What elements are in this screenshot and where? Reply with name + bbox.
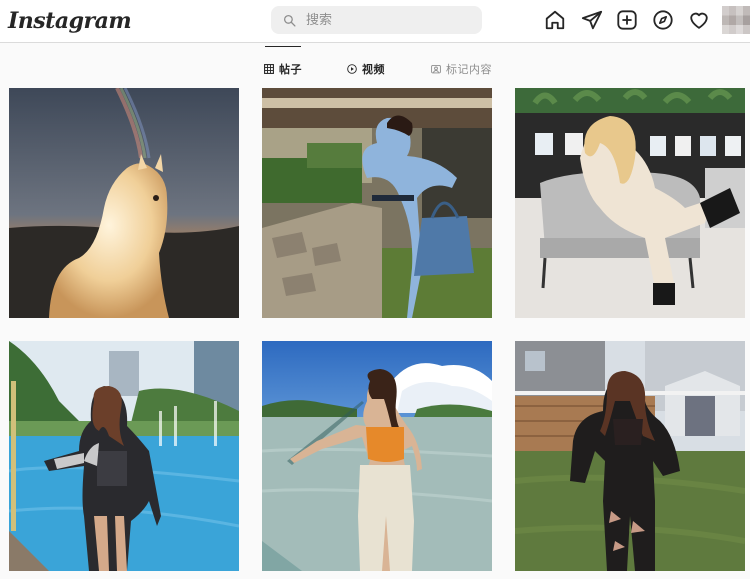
explore-icon[interactable] xyxy=(652,9,674,31)
profile-tabs: 帖子 视频 标记内容 xyxy=(0,61,750,77)
play-icon xyxy=(347,64,357,74)
tab-tagged[interactable]: 标记内容 xyxy=(431,61,492,77)
post-tile-pool[interactable] xyxy=(9,341,239,571)
new-post-icon[interactable] xyxy=(616,9,638,31)
profile-avatar[interactable] xyxy=(722,6,750,34)
tab-posts-label: 帖子 xyxy=(279,63,302,76)
instagram-logo[interactable]: Instagram xyxy=(8,8,132,34)
post-tile-grey-chair[interactable] xyxy=(515,88,745,318)
search-box[interactable] xyxy=(271,6,482,34)
search-icon xyxy=(283,14,296,27)
post-tile-backyard[interactable] xyxy=(515,341,745,571)
tab-tagged-label: 标记内容 xyxy=(446,63,492,76)
post-tile-white-dog[interactable] xyxy=(9,88,239,318)
active-tab-indicator xyxy=(265,46,301,47)
search-input[interactable] xyxy=(304,11,468,29)
direct-send-icon[interactable] xyxy=(581,9,603,31)
tab-videos-label: 视频 xyxy=(362,63,385,76)
activity-heart-icon[interactable] xyxy=(688,9,710,31)
post-tile-orange-top[interactable] xyxy=(262,341,492,571)
post-tile-blue-dress[interactable] xyxy=(262,88,492,318)
grid-icon xyxy=(264,64,274,74)
tab-videos[interactable]: 视频 xyxy=(347,61,385,77)
top-navigation-bar: Instagram xyxy=(0,0,750,43)
tagged-icon xyxy=(431,64,441,74)
tab-posts[interactable]: 帖子 xyxy=(264,61,302,77)
home-icon[interactable] xyxy=(544,9,566,31)
